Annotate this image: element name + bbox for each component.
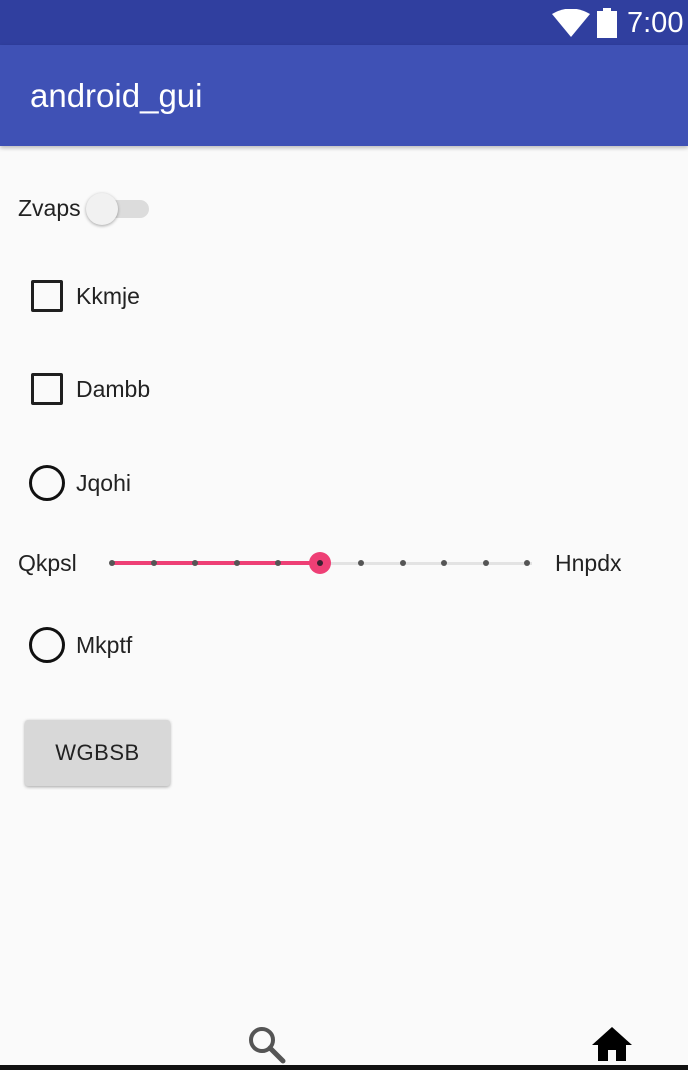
switch-thumb (86, 193, 118, 225)
clock: 7:00 (627, 7, 684, 39)
battery-icon (597, 8, 617, 38)
jqohi-radio[interactable] (29, 465, 65, 501)
slider-tick (482, 560, 489, 566)
kkmje-checkbox[interactable] (31, 280, 63, 312)
dambb-checkbox[interactable] (31, 373, 63, 405)
slider-tick (233, 560, 240, 566)
slider-right-label: Hnpdx (555, 550, 622, 576)
status-bar: 7:00 (0, 0, 688, 45)
switch-label: Zvaps (18, 195, 81, 221)
slider-tick (150, 560, 157, 566)
slider-tick (275, 560, 281, 566)
slider-tick (441, 560, 447, 566)
checkbox-label: Dambb (76, 376, 151, 402)
slider-fill (112, 561, 320, 565)
slider-tick (524, 560, 530, 566)
qkpsl-slider[interactable] (104, 549, 534, 577)
slider-tick (192, 560, 198, 566)
mkptf-radio[interactable] (29, 627, 65, 663)
checkbox-label: Kkmje (76, 283, 140, 309)
zvaps-switch[interactable] (83, 192, 153, 225)
wgbsb-button[interactable]: WGBSB (25, 720, 170, 786)
navigation-bar-edge (0, 1065, 688, 1070)
radio-label: Jqohi (76, 470, 131, 496)
slider-left-label: Qkpsl (18, 550, 77, 576)
radio-label: Mkptf (76, 632, 133, 658)
slider-tick (358, 560, 364, 566)
app-title: android_gui (30, 77, 203, 114)
wifi-icon (552, 9, 590, 37)
app-bar: android_gui (0, 45, 688, 146)
slider-tick (399, 560, 406, 566)
search-icon[interactable] (247, 1025, 287, 1065)
slider-tick (109, 560, 115, 566)
home-icon[interactable] (590, 1023, 634, 1063)
slider-thumb[interactable] (308, 552, 331, 574)
